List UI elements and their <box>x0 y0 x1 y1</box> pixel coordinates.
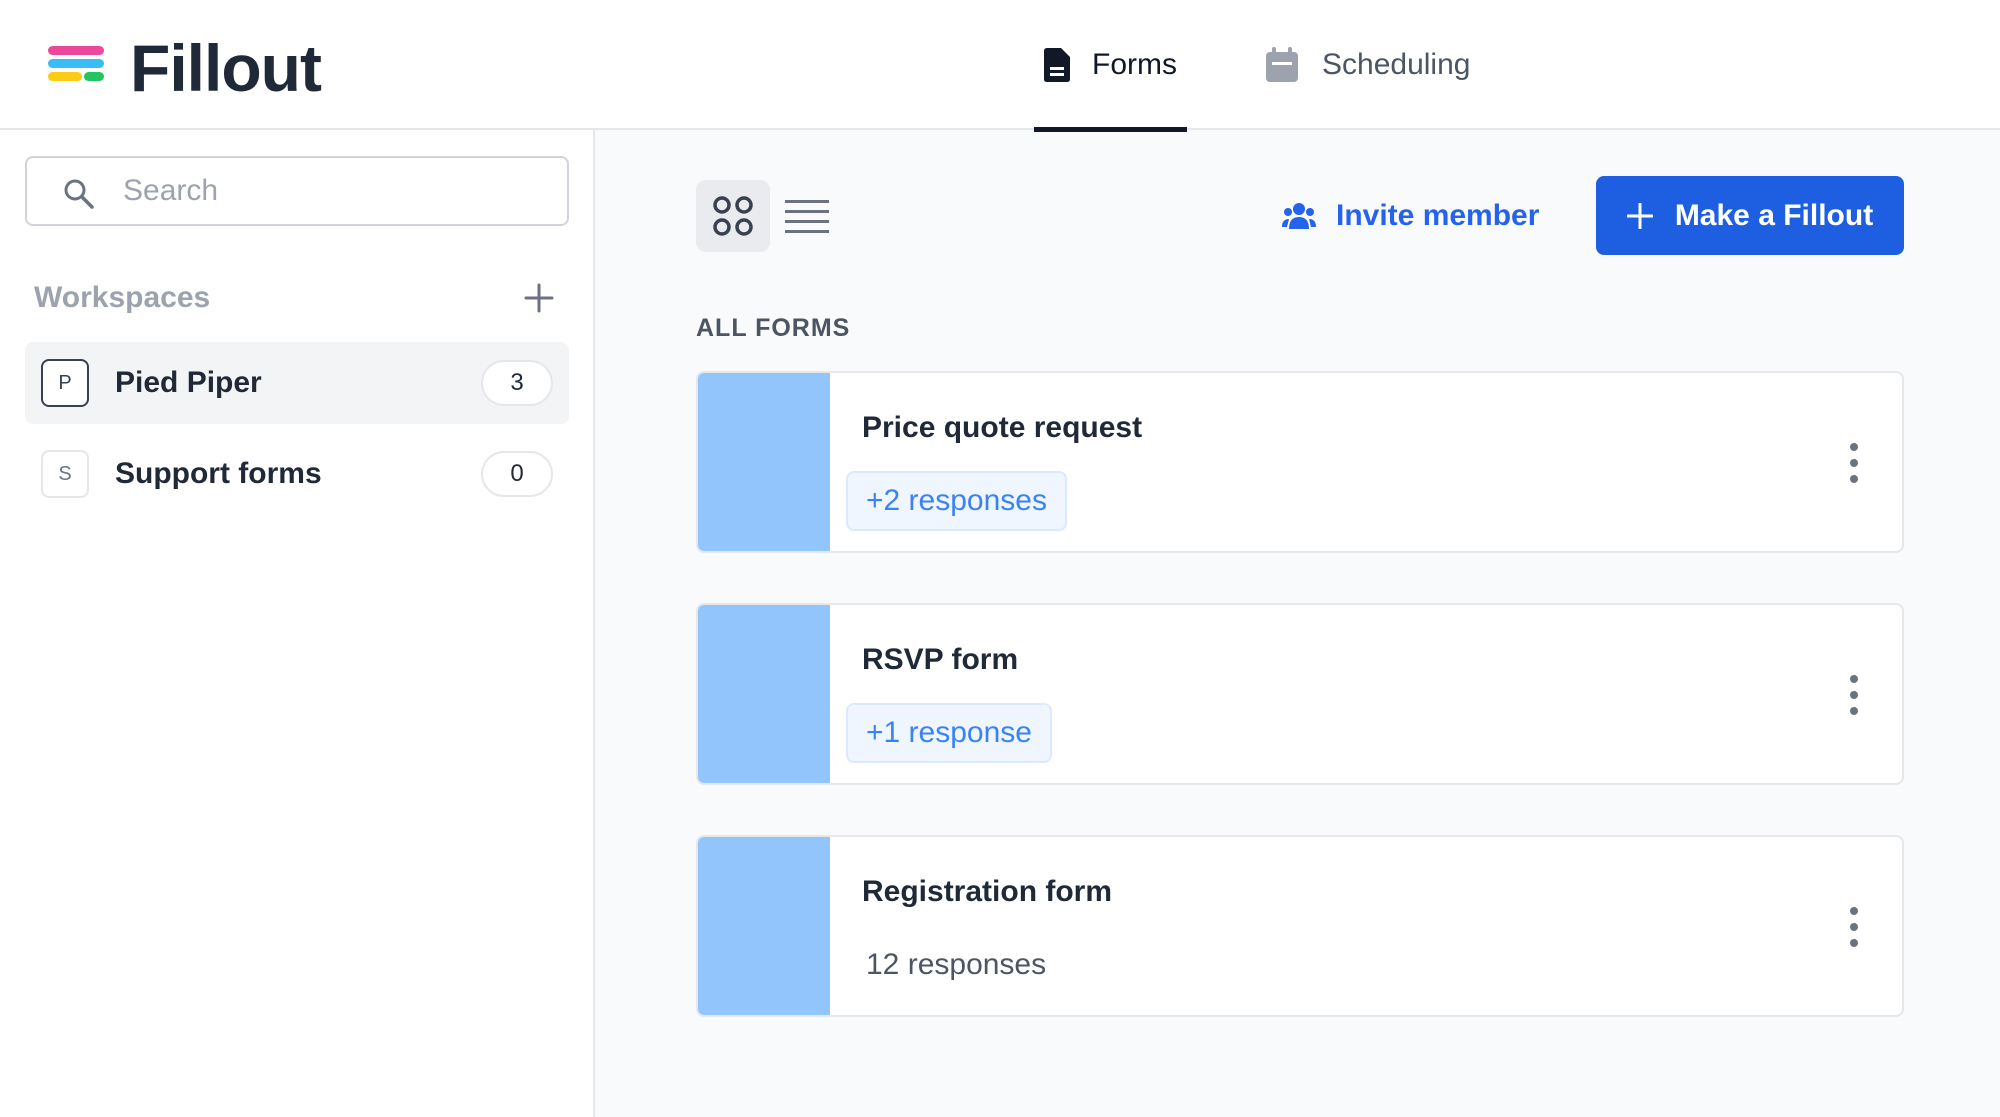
document-icon <box>1044 48 1070 82</box>
workspace-item-support-forms[interactable]: S Support forms 0 <box>25 433 569 515</box>
tab-forms-label: Forms <box>1092 48 1177 81</box>
search-icon <box>63 178 95 215</box>
workspace-name: Pied Piper <box>115 366 262 399</box>
add-workspace-button[interactable] <box>519 278 559 318</box>
tab-scheduling[interactable]: Scheduling <box>1264 0 1470 130</box>
app-logo[interactable]: Fillout <box>48 30 322 106</box>
form-more-options-icon[interactable] <box>1842 443 1866 483</box>
grid-icon <box>713 196 753 236</box>
form-responses-badge[interactable]: +2 responses <box>846 471 1067 531</box>
list-view-button[interactable] <box>780 180 834 252</box>
invite-member-label: Invite member <box>1336 199 1540 232</box>
plus-icon <box>524 283 554 313</box>
form-thumbnail <box>698 837 830 1015</box>
workspaces-title: Workspaces <box>34 281 211 314</box>
sidebar: Workspaces P Pied Piper 3 S Support form… <box>0 130 595 1117</box>
form-more-options-icon[interactable] <box>1842 675 1866 715</box>
workspace-item-pied-piper[interactable]: P Pied Piper 3 <box>25 342 569 424</box>
workspaces-header: Workspaces <box>34 276 559 320</box>
top-header: Fillout Forms Scheduling <box>0 0 2000 132</box>
users-icon <box>1282 201 1316 231</box>
workspace-count-badge: 0 <box>481 451 553 497</box>
workspace-avatar: S <box>41 450 89 498</box>
search-input[interactable] <box>123 168 543 214</box>
section-label-all-forms: ALL FORMS <box>696 314 851 342</box>
make-a-fillout-button[interactable]: Make a Fillout <box>1596 176 1904 255</box>
search-box[interactable] <box>25 156 569 226</box>
invite-member-button[interactable]: Invite member <box>1282 185 1539 247</box>
workspace-name: Support forms <box>115 457 322 490</box>
form-more-options-icon[interactable] <box>1842 907 1866 947</box>
workspace-count-badge: 3 <box>481 360 553 406</box>
grid-view-button[interactable] <box>696 180 770 252</box>
form-thumbnail <box>698 605 830 783</box>
workspace-avatar: P <box>41 359 89 407</box>
form-responses-badge[interactable]: +1 response <box>846 703 1052 763</box>
calendar-icon <box>1264 47 1300 83</box>
app-name: Fillout <box>130 31 322 105</box>
form-card-rsvp-form[interactable]: RSVP form +1 response <box>696 603 1904 785</box>
form-title: Registration form <box>862 875 1113 908</box>
form-card-registration-form[interactable]: Registration form 12 responses <box>696 835 1904 1017</box>
form-responses-count: 12 responses <box>866 948 1047 981</box>
fillout-logo-icon <box>48 44 106 92</box>
form-title: Price quote request <box>862 411 1143 444</box>
plus-icon <box>1626 202 1653 229</box>
form-card-price-quote-request[interactable]: Price quote request +2 responses <box>696 371 1904 553</box>
make-a-fillout-label: Make a Fillout <box>1674 198 1874 232</box>
tab-forms[interactable]: Forms <box>1034 0 1187 132</box>
form-title: RSVP form <box>862 643 1019 676</box>
tab-scheduling-label: Scheduling <box>1322 48 1471 81</box>
form-thumbnail <box>698 373 830 551</box>
list-icon <box>785 200 829 233</box>
